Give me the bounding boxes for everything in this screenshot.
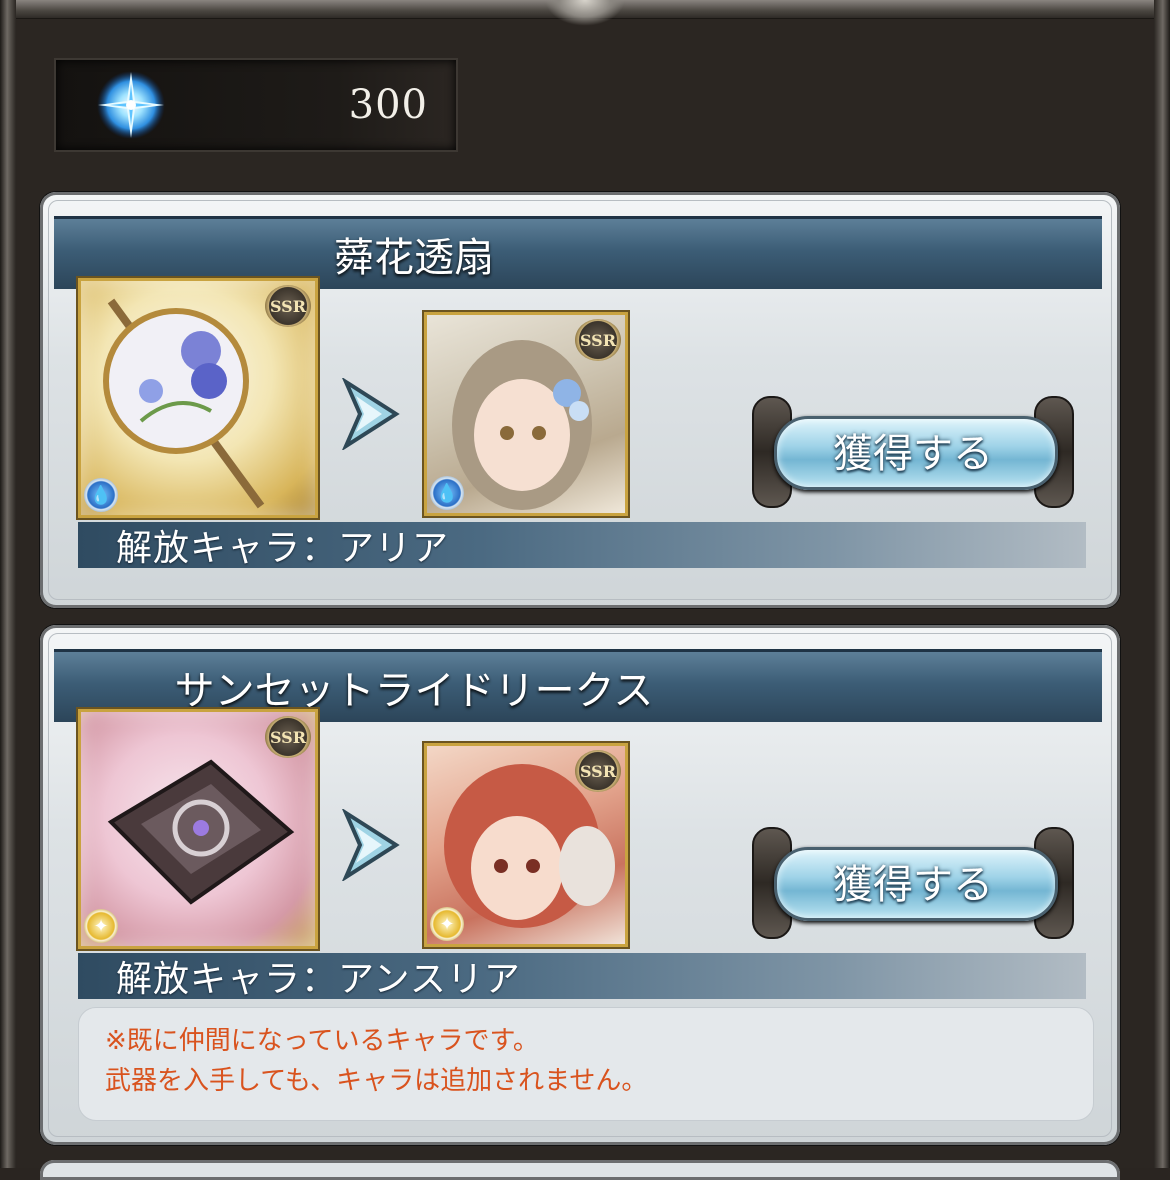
note-line: ※既に仲間になっているキャラです。 bbox=[105, 1026, 539, 1056]
water-element-icon: 💧 bbox=[84, 478, 118, 512]
next-card-edge bbox=[40, 1160, 1120, 1180]
acquire-button-label: 獲得する bbox=[833, 862, 993, 908]
acquire-button[interactable]: 獲得する bbox=[748, 390, 1078, 510]
frame-ornament bbox=[545, 0, 625, 26]
acquire-button-label: 獲得する bbox=[833, 431, 993, 477]
release-character-text: 解放キャラ：アリア bbox=[116, 528, 450, 569]
arrow-right-icon bbox=[342, 378, 400, 450]
weapon-icon[interactable]: SSR 💧 bbox=[78, 278, 318, 518]
arrow-right-icon bbox=[342, 809, 400, 881]
acquire-button[interactable]: 獲得する bbox=[748, 821, 1078, 941]
note-line: 武器を入手しても、キャラは追加されません。 bbox=[105, 1066, 648, 1096]
character-icon[interactable]: SSR 💧 bbox=[424, 312, 628, 516]
release-character-bar: 解放キャラ：アリア bbox=[78, 522, 1086, 569]
ssr-badge: SSR bbox=[265, 285, 311, 327]
ssr-badge: SSR bbox=[575, 319, 621, 361]
character-icon[interactable]: SSR ✦ bbox=[424, 743, 628, 947]
weapon-icon[interactable]: SSR ✦ bbox=[78, 709, 318, 949]
exchange-card: サンセットライドリークス SSR ✦ SSR ✦ 獲得する 解放キャラ：アンスリ… bbox=[40, 625, 1120, 1145]
light-element-icon: ✦ bbox=[430, 907, 464, 941]
light-element-icon: ✦ bbox=[84, 909, 118, 943]
ssr-badge: SSR bbox=[265, 716, 311, 758]
water-element-icon: 💧 bbox=[430, 476, 464, 510]
exchange-card: 蕣花透扇 SSR 💧 SSR 💧 獲得する 解放キャラ：アリア bbox=[40, 192, 1120, 608]
ssr-badge: SSR bbox=[575, 750, 621, 792]
release-character-bar: 解放キャラ：アンスリア bbox=[78, 953, 1086, 1000]
crystal-icon bbox=[97, 71, 165, 139]
currency-amount: 300 bbox=[348, 82, 428, 128]
already-owned-note: ※既に仲間になっているキャラです。 武器を入手しても、キャラは追加されません。 bbox=[78, 1007, 1094, 1121]
release-character-text: 解放キャラ：アンスリア bbox=[116, 959, 521, 1000]
window-frame-right bbox=[1154, 0, 1170, 1168]
window-frame-left bbox=[0, 0, 16, 1168]
currency-display: 300 bbox=[54, 58, 458, 152]
